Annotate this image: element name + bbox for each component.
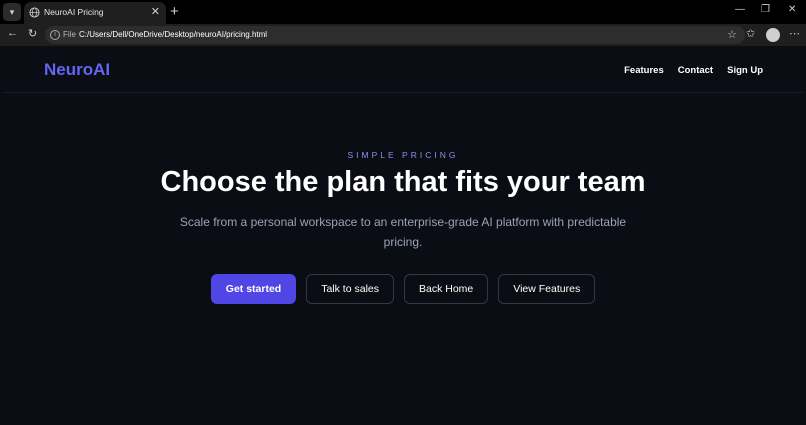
close-icon[interactable]: ✕ — [151, 5, 160, 18]
browser-chrome: ▾ NeuroAI Pricing ✕ + — ❐ ✕ ← ↻ i File C… — [0, 0, 806, 46]
profile-icon[interactable] — [766, 28, 780, 42]
tab-menu-icon[interactable]: ▾ — [3, 3, 21, 21]
address-row: ← ↻ i File C:/Users/Dell/OneDrive/Deskto… — [0, 24, 806, 46]
hero-title: Choose the plan that fits your team — [160, 166, 646, 198]
view-features-button[interactable]: View Features — [498, 274, 596, 304]
get-started-button[interactable]: Get started — [210, 274, 297, 304]
address-bar[interactable]: i File C:/Users/Dell/OneDrive/Desktop/ne… — [45, 26, 745, 44]
site-nav: Features Contact Sign Up — [624, 65, 763, 76]
nav-link-features[interactable]: Features — [624, 65, 664, 76]
hero-subtitle: Scale from a personal workspace to an en… — [179, 215, 627, 249]
file-label: File — [63, 30, 76, 39]
talk-to-sales-button[interactable]: Talk to sales — [306, 274, 394, 304]
back-home-button[interactable]: Back Home — [404, 274, 489, 304]
plus-icon[interactable]: + — [170, 2, 179, 22]
tab-strip: ▾ NeuroAI Pricing ✕ + — ❐ ✕ — [0, 0, 806, 24]
reload-icon[interactable]: ↻ — [28, 27, 37, 40]
cta-row: Get started Talk to sales Back Home View… — [3, 274, 803, 304]
site-header: NeuroAI Features Contact Sign Up — [3, 46, 803, 93]
nav-link-signup[interactable]: Sign Up — [727, 65, 763, 76]
nav-link-contact[interactable]: Contact — [678, 65, 713, 76]
logo[interactable]: NeuroAI — [44, 60, 110, 80]
minimize-icon[interactable]: — — [735, 4, 745, 15]
browser-tab[interactable]: NeuroAI Pricing ✕ — [24, 2, 166, 24]
star-icon[interactable]: ☆ — [727, 28, 737, 41]
hero-eyebrow: SIMPLE PRICING — [347, 150, 459, 160]
more-icon[interactable]: ⋯ — [789, 27, 800, 40]
tab-title: NeuroAI Pricing — [44, 7, 104, 17]
page-viewport: NeuroAI Features Contact Sign Up SIMPLE … — [3, 46, 803, 422]
restore-icon[interactable]: ❐ — [761, 4, 770, 15]
back-icon[interactable]: ← — [7, 27, 18, 39]
globe-icon — [29, 7, 40, 18]
favorites-icon[interactable]: ✩ — [746, 27, 755, 40]
url-text[interactable]: C:/Users/Dell/OneDrive/Desktop/neuroAI/p… — [79, 30, 267, 39]
info-icon[interactable]: i — [50, 30, 60, 40]
window-close-icon[interactable]: ✕ — [788, 4, 796, 15]
